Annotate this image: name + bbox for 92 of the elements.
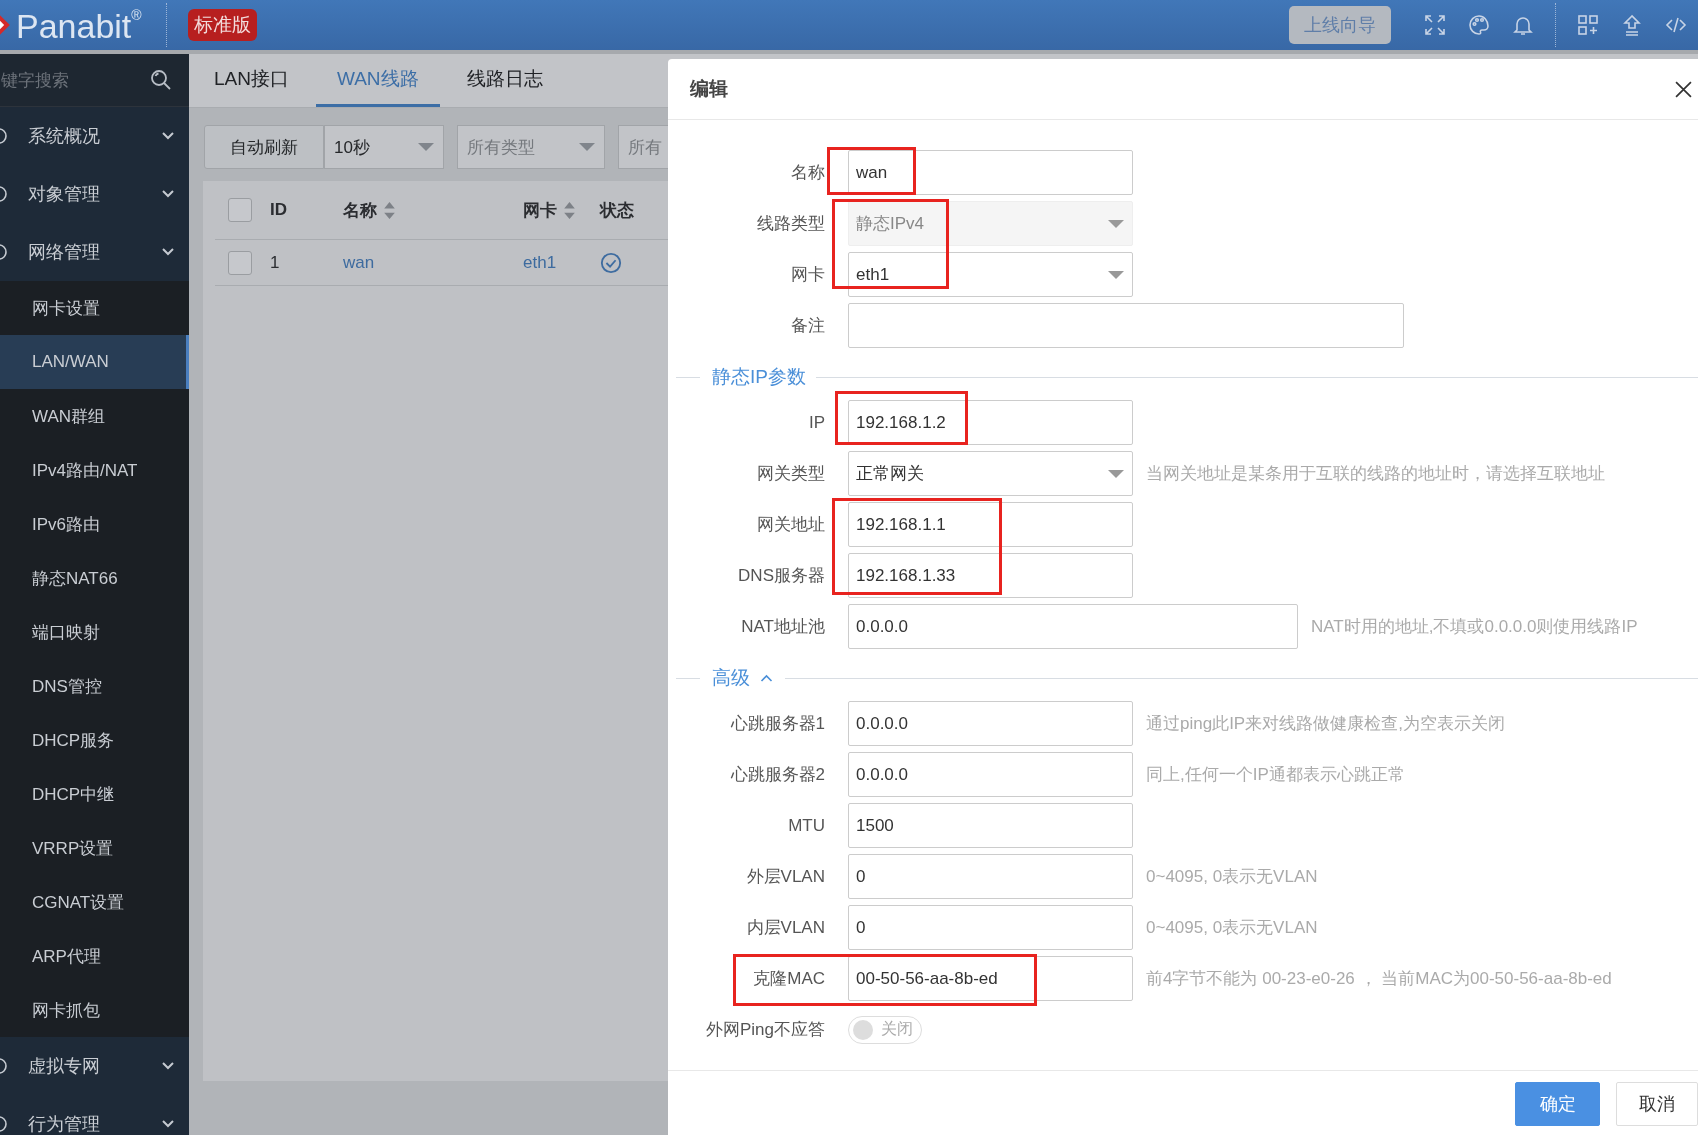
field-label: 克隆MAC	[752, 968, 825, 990]
search-icon[interactable]	[149, 68, 173, 92]
sort-icon[interactable]	[564, 201, 575, 219]
column-header: ID	[270, 200, 287, 220]
field-label: MTU	[787, 815, 825, 836]
filter-select[interactable]: 10秒	[324, 125, 444, 169]
section-title: 静态IP参数	[712, 365, 806, 389]
menu-item[interactable]: IPv4路由/NAT	[0, 443, 189, 497]
auto-refresh-button[interactable]: 自动刷新	[204, 125, 324, 169]
field-label: 网关类型	[756, 463, 825, 485]
field-hint: 同上,任何一个IP通都表示心跳正常	[1146, 764, 1405, 786]
chevron-down-icon	[162, 132, 174, 140]
field-label: 外层VLAN	[745, 866, 825, 888]
caret-icon	[1108, 219, 1124, 228]
input-field[interactable]: wan	[848, 150, 1133, 195]
field-label: 备注	[790, 315, 825, 337]
chevron-down-icon	[162, 1062, 174, 1070]
grid-plus-icon[interactable]	[1576, 13, 1600, 37]
menu-item[interactable]: DNS管控	[0, 659, 189, 713]
menu-group[interactable]: 对象管理	[0, 165, 189, 223]
dialog-title: 编辑	[690, 77, 728, 101]
chevron-down-icon	[162, 248, 174, 256]
field-label: IP	[807, 412, 825, 433]
table-cell: 1	[270, 252, 280, 273]
menu-group[interactable]: 网络管理	[0, 223, 189, 281]
close-icon[interactable]	[1675, 80, 1692, 98]
logo: Panabit$^{®}$	[16, 7, 142, 43]
column-header: 状态	[600, 199, 634, 222]
palette-icon[interactable]	[1467, 13, 1491, 37]
field-label: 内层VLAN	[745, 917, 825, 939]
field-label: NAT地址池	[740, 616, 825, 638]
field-label: 心跳服务器1	[729, 713, 825, 735]
input-field[interactable]: 00-50-56-aa-8b-ed	[848, 956, 1133, 1001]
chevron-up-icon[interactable]	[760, 674, 773, 682]
input-field[interactable]: 0.0.0.0	[848, 701, 1133, 746]
menu-item[interactable]: 端口映射	[0, 605, 189, 659]
cancel-button[interactable]: 取消	[1616, 1082, 1698, 1126]
fullscreen-icon[interactable]	[1423, 13, 1447, 37]
menu-item[interactable]: WAN群组	[0, 389, 189, 443]
input-field[interactable]: 0	[848, 905, 1133, 950]
field-hint: 通过ping此IP来对线路做健康检查,为空表示关闭	[1146, 713, 1505, 735]
tab[interactable]: 线路日志	[445, 54, 564, 107]
input-field[interactable]: 192.168.1.2	[848, 400, 1133, 445]
menu-item[interactable]: 网卡抓包	[0, 983, 189, 1037]
caret-icon	[1108, 469, 1124, 478]
caret-icon	[579, 143, 595, 151]
section-title[interactable]: 高级	[712, 665, 750, 691]
menu-group[interactable]: 行为管理	[0, 1095, 189, 1135]
caret-icon	[418, 143, 434, 151]
menu-item[interactable]: CGNAT设置	[0, 875, 189, 929]
checkbox[interactable]	[228, 198, 252, 222]
edition-badge: 标准版	[187, 9, 257, 41]
input-field[interactable]	[848, 303, 1404, 348]
field-hint: 前4字节不能为 00-23-e0-26 ， 当前MAC为00-50-56-aa-8b-ed	[1146, 968, 1612, 990]
menu-group[interactable]: 虚拟专网	[0, 1037, 189, 1095]
menu-item[interactable]: 静态NAT66	[0, 551, 189, 605]
menu-item[interactable]: IPv6路由	[0, 497, 189, 551]
input-field[interactable]: 0	[848, 854, 1133, 899]
checkbox[interactable]	[228, 250, 252, 275]
menu-item[interactable]: DHCP中继	[0, 767, 189, 821]
menu-item[interactable]: LAN/WAN	[0, 335, 189, 389]
field-label: DNS服务器	[737, 565, 825, 587]
field-hint: 0~4095, 0表示无VLAN	[1146, 917, 1318, 939]
input-field[interactable]: 1500	[848, 803, 1133, 848]
menu-item[interactable]: DHCP服务	[0, 713, 189, 767]
field-label: 网卡	[790, 264, 825, 286]
input-field[interactable]: 0.0.0.0	[848, 752, 1133, 797]
chevron-down-icon	[162, 1120, 174, 1128]
menu-group[interactable]: 系统概况	[0, 107, 189, 165]
field-label: 线路类型	[756, 213, 825, 235]
menu-item[interactable]: ARP代理	[0, 929, 189, 983]
caret-icon	[1108, 270, 1124, 279]
chevron-down-icon	[162, 190, 174, 198]
field-label: 外网Ping不应答	[704, 1019, 825, 1041]
field-hint: 0~4095, 0表示无VLAN	[1146, 866, 1318, 888]
tab[interactable]: LAN接口	[193, 54, 310, 107]
menu-item[interactable]: 网卡设置	[0, 281, 189, 335]
field-hint: NAT时用的地址,不填或0.0.0.0则使用线路IP	[1311, 616, 1638, 638]
field-hint: 当网关地址是某条用于互联的线路的地址时，请选择互联地址	[1146, 463, 1605, 485]
field-label: 心跳服务器2	[729, 764, 825, 786]
input-field[interactable]: 0.0.0.0	[848, 604, 1298, 649]
select-field[interactable]: 正常网关	[848, 451, 1133, 496]
column-header[interactable]: 网卡	[523, 198, 575, 222]
sort-icon[interactable]	[384, 201, 395, 219]
input-field[interactable]: 192.168.1.1	[848, 502, 1133, 547]
field-label: 名称	[790, 162, 825, 184]
upload-icon[interactable]	[1620, 13, 1644, 37]
input-field[interactable]: 192.168.1.33	[848, 553, 1133, 598]
field-label: 网关地址	[756, 514, 825, 536]
select-field[interactable]: eth1	[848, 252, 1133, 297]
menu-item[interactable]: VRRP设置	[0, 821, 189, 875]
column-header[interactable]: 名称	[343, 198, 395, 222]
